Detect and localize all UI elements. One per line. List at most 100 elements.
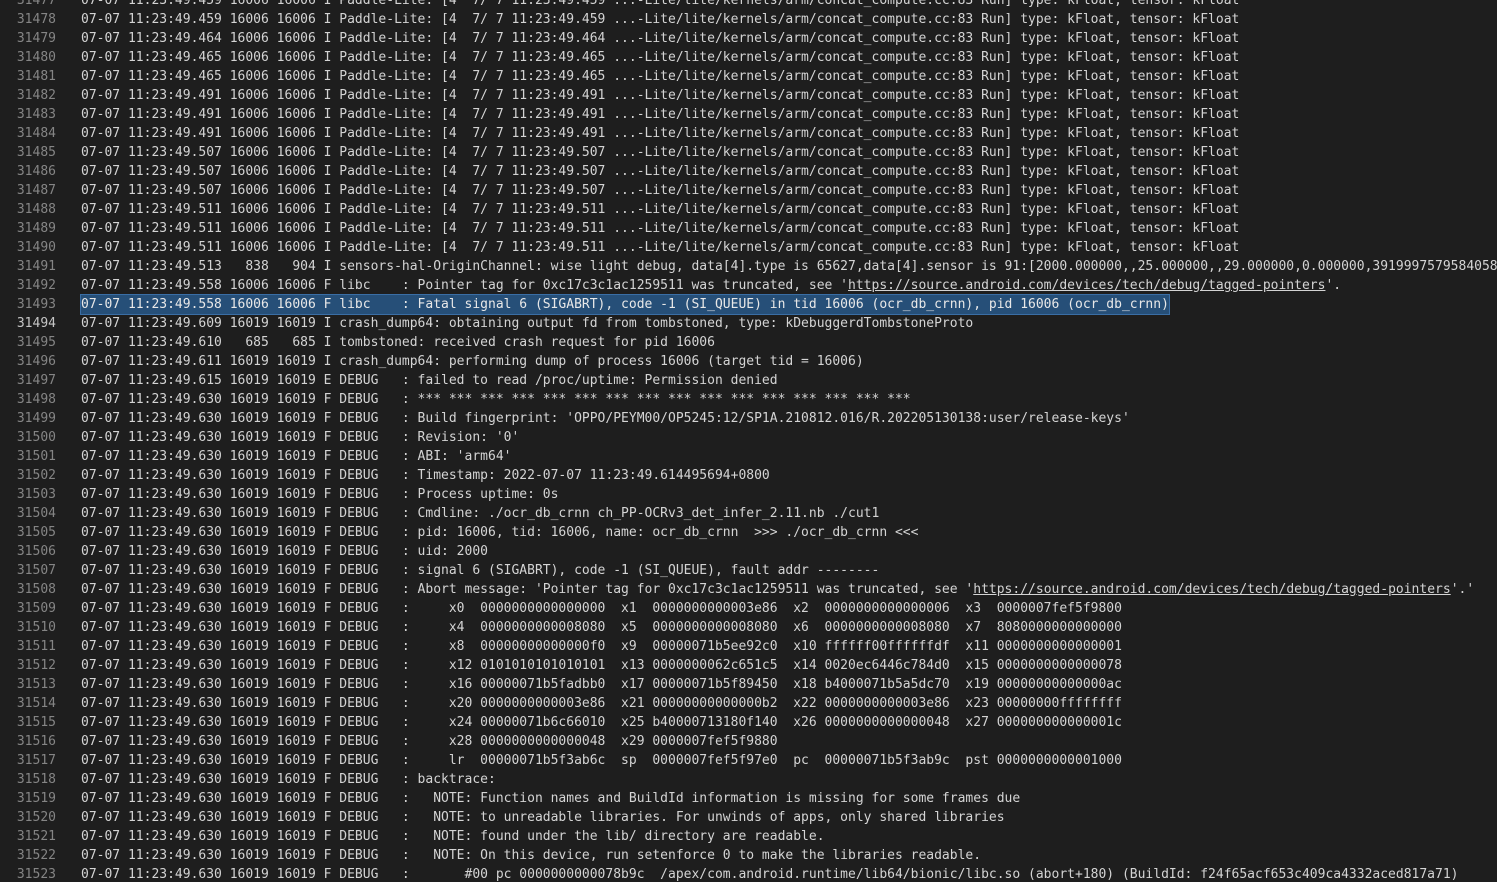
log-line[interactable]: 31483 07-07 11:23:49.491 16006 16006 I Pa… — [0, 105, 1497, 124]
log-text[interactable]: 07-07 11:23:49.513 838 904 I sensors-hal… — [81, 257, 1497, 276]
log-line[interactable]: 31518 07-07 11:23:49.630 16019 16019 F DE… — [0, 770, 1497, 789]
log-text[interactable]: 07-07 11:23:49.507 16006 16006 I Paddle-… — [81, 181, 1497, 200]
log-line[interactable]: 31486 07-07 11:23:49.507 16006 16006 I Pa… — [0, 162, 1497, 181]
log-line[interactable]: 31523 07-07 11:23:49.630 16019 16019 F DE… — [0, 865, 1497, 882]
selected-log-text[interactable]: 07-07 11:23:49.558 16006 16006 F libc : … — [80, 294, 1170, 315]
log-text[interactable]: 07-07 11:23:49.630 16019 16019 F DEBUG :… — [81, 447, 1497, 466]
log-line[interactable]: 31499 07-07 11:23:49.630 16019 16019 F DE… — [0, 409, 1497, 428]
log-text[interactable]: 07-07 11:23:49.630 16019 16019 F DEBUG :… — [81, 732, 1497, 751]
log-text[interactable]: 07-07 11:23:49.630 16019 16019 F DEBUG :… — [81, 865, 1497, 882]
log-line[interactable]: 31481 07-07 11:23:49.465 16006 16006 I Pa… — [0, 67, 1497, 86]
log-line[interactable]: 31503 07-07 11:23:49.630 16019 16019 F DE… — [0, 485, 1497, 504]
log-line[interactable]: 31484 07-07 11:23:49.491 16006 16006 I Pa… — [0, 124, 1497, 143]
log-text[interactable]: 07-07 11:23:49.630 16019 16019 F DEBUG :… — [81, 390, 1497, 409]
log-line[interactable]: 31479 07-07 11:23:49.464 16006 16006 I Pa… — [0, 29, 1497, 48]
log-text[interactable]: 07-07 11:23:49.630 16019 16019 F DEBUG :… — [81, 637, 1497, 656]
log-text[interactable]: 07-07 11:23:49.630 16019 16019 F DEBUG :… — [81, 466, 1497, 485]
line-number: 31520 — [16, 810, 56, 825]
log-text[interactable]: 07-07 11:23:49.630 16019 16019 F DEBUG :… — [81, 751, 1497, 770]
log-text[interactable]: 07-07 11:23:49.630 16019 16019 F DEBUG :… — [81, 675, 1497, 694]
log-text[interactable]: 07-07 11:23:49.491 16006 16006 I Paddle-… — [81, 124, 1497, 143]
log-text[interactable]: 07-07 11:23:49.630 16019 16019 F DEBUG :… — [81, 599, 1497, 618]
log-line[interactable]: 31482 07-07 11:23:49.491 16006 16006 I Pa… — [0, 86, 1497, 105]
log-line[interactable]: 31511 07-07 11:23:49.630 16019 16019 F DE… — [0, 637, 1497, 656]
log-line[interactable]: 31500 07-07 11:23:49.630 16019 16019 F DE… — [0, 428, 1497, 447]
log-text[interactable]: 07-07 11:23:49.630 16019 16019 F DEBUG :… — [81, 770, 1497, 789]
log-text[interactable]: 07-07 11:23:49.491 16006 16006 I Paddle-… — [81, 86, 1497, 105]
log-line[interactable]: 31517 07-07 11:23:49.630 16019 16019 F DE… — [0, 751, 1497, 770]
url-link[interactable]: https://source.android.com/devices/tech/… — [848, 278, 1325, 293]
log-lines[interactable]: 31477 07-07 11:23:49.459 16006 16006 I Pa… — [0, 0, 1497, 882]
log-text[interactable]: 07-07 11:23:49.630 16019 16019 F DEBUG :… — [81, 827, 1497, 846]
log-line[interactable]: 31504 07-07 11:23:49.630 16019 16019 F DE… — [0, 504, 1497, 523]
log-text[interactable]: 07-07 11:23:49.630 16019 16019 F DEBUG :… — [81, 713, 1497, 732]
log-line[interactable]: 31498 07-07 11:23:49.630 16019 16019 F DE… — [0, 390, 1497, 409]
log-line[interactable]: 31502 07-07 11:23:49.630 16019 16019 F DE… — [0, 466, 1497, 485]
log-line[interactable]: 31501 07-07 11:23:49.630 16019 16019 F DE… — [0, 447, 1497, 466]
log-text[interactable]: 07-07 11:23:49.491 16006 16006 I Paddle-… — [81, 105, 1497, 124]
log-text[interactable]: 07-07 11:23:49.511 16006 16006 I Paddle-… — [81, 238, 1497, 257]
log-text[interactable]: 07-07 11:23:49.507 16006 16006 I Paddle-… — [81, 143, 1497, 162]
log-text[interactable]: 07-07 11:23:49.630 16019 16019 F DEBUG :… — [81, 485, 1497, 504]
log-text[interactable]: 07-07 11:23:49.630 16019 16019 F DEBUG :… — [81, 428, 1497, 447]
log-line[interactable]: 31521 07-07 11:23:49.630 16019 16019 F DE… — [0, 827, 1497, 846]
log-line[interactable]: 31489 07-07 11:23:49.511 16006 16006 I Pa… — [0, 219, 1497, 238]
log-text[interactable]: 07-07 11:23:49.465 16006 16006 I Paddle-… — [81, 67, 1497, 86]
log-line[interactable]: 31491 07-07 11:23:49.513 838 904 I sensor… — [0, 257, 1497, 276]
log-line[interactable]: 31516 07-07 11:23:49.630 16019 16019 F DE… — [0, 732, 1497, 751]
log-line[interactable]: 31520 07-07 11:23:49.630 16019 16019 F DE… — [0, 808, 1497, 827]
log-text[interactable]: 07-07 11:23:49.511 16006 16006 I Paddle-… — [81, 200, 1497, 219]
log-line[interactable]: 31485 07-07 11:23:49.507 16006 16006 I Pa… — [0, 143, 1497, 162]
log-text[interactable]: 07-07 11:23:49.507 16006 16006 I Paddle-… — [81, 162, 1497, 181]
log-text[interactable]: 07-07 11:23:49.630 16019 16019 F DEBUG :… — [81, 542, 1497, 561]
log-text[interactable]: 07-07 11:23:49.610 685 685 I tombstoned:… — [81, 333, 1497, 352]
log-text[interactable]: 07-07 11:23:49.630 16019 16019 F DEBUG :… — [81, 580, 1497, 599]
log-text[interactable]: 07-07 11:23:49.630 16019 16019 F DEBUG :… — [81, 523, 1497, 542]
log-line[interactable]: 31507 07-07 11:23:49.630 16019 16019 F DE… — [0, 561, 1497, 580]
log-line[interactable]: 31478 07-07 11:23:49.459 16006 16006 I Pa… — [0, 10, 1497, 29]
url-link[interactable]: https://source.android.com/devices/tech/… — [973, 582, 1450, 597]
log-text[interactable]: 07-07 11:23:49.558 16006 16006 F libc : … — [81, 276, 1497, 295]
log-line[interactable]: 31496 07-07 11:23:49.611 16019 16019 I cr… — [0, 352, 1497, 371]
log-line[interactable]: 31506 07-07 11:23:49.630 16019 16019 F DE… — [0, 542, 1497, 561]
log-text[interactable]: 07-07 11:23:49.630 16019 16019 F DEBUG :… — [81, 789, 1497, 808]
log-text[interactable]: 07-07 11:23:49.630 16019 16019 F DEBUG :… — [81, 561, 1497, 580]
log-text[interactable]: 07-07 11:23:49.611 16019 16019 I crash_d… — [81, 352, 1497, 371]
log-line[interactable]: 31490 07-07 11:23:49.511 16006 16006 I Pa… — [0, 238, 1497, 257]
log-text[interactable]: 07-07 11:23:49.630 16019 16019 F DEBUG :… — [81, 504, 1497, 523]
log-line[interactable]: 31514 07-07 11:23:49.630 16019 16019 F DE… — [0, 694, 1497, 713]
log-text[interactable]: 07-07 11:23:49.630 16019 16019 F DEBUG :… — [81, 694, 1497, 713]
log-text[interactable]: 07-07 11:23:49.465 16006 16006 I Paddle-… — [81, 48, 1497, 67]
log-text[interactable]: 07-07 11:23:49.459 16006 16006 I Paddle-… — [81, 10, 1497, 29]
log-text[interactable]: 07-07 11:23:49.615 16019 16019 E DEBUG :… — [81, 371, 1497, 390]
log-line[interactable]: 31494 07-07 11:23:49.609 16019 16019 I cr… — [0, 314, 1497, 333]
log-text[interactable]: 07-07 11:23:49.630 16019 16019 F DEBUG :… — [81, 409, 1497, 428]
log-line[interactable]: 31513 07-07 11:23:49.630 16019 16019 F DE… — [0, 675, 1497, 694]
log-line[interactable]: 31505 07-07 11:23:49.630 16019 16019 F DE… — [0, 523, 1497, 542]
log-text[interactable]: 07-07 11:23:49.459 16006 16006 I Paddle-… — [81, 0, 1497, 10]
log-text[interactable]: 07-07 11:23:49.630 16019 16019 F DEBUG :… — [81, 846, 1497, 865]
log-line[interactable]: 31493 07-07 11:23:49.558 16006 16006 F li… — [0, 294, 1497, 315]
log-text[interactable]: 07-07 11:23:49.511 16006 16006 I Paddle-… — [81, 219, 1497, 238]
log-line[interactable]: 31519 07-07 11:23:49.630 16019 16019 F DE… — [0, 789, 1497, 808]
log-line[interactable]: 31480 07-07 11:23:49.465 16006 16006 I Pa… — [0, 48, 1497, 67]
log-line[interactable]: 31522 07-07 11:23:49.630 16019 16019 F DE… — [0, 846, 1497, 865]
log-line[interactable]: 31492 07-07 11:23:49.558 16006 16006 F li… — [0, 276, 1497, 295]
log-line[interactable]: 31477 07-07 11:23:49.459 16006 16006 I Pa… — [0, 0, 1497, 10]
log-line[interactable]: 31512 07-07 11:23:49.630 16019 16019 F DE… — [0, 656, 1497, 675]
line-number: 31504 — [16, 506, 56, 521]
log-line[interactable]: 31488 07-07 11:23:49.511 16006 16006 I Pa… — [0, 200, 1497, 219]
log-text[interactable]: 07-07 11:23:49.630 16019 16019 F DEBUG :… — [81, 808, 1497, 827]
log-text[interactable]: 07-07 11:23:49.630 16019 16019 F DEBUG :… — [81, 618, 1497, 637]
log-line[interactable]: 31487 07-07 11:23:49.507 16006 16006 I Pa… — [0, 181, 1497, 200]
log-text[interactable]: 07-07 11:23:49.630 16019 16019 F DEBUG :… — [81, 656, 1497, 675]
log-text[interactable]: 07-07 11:23:49.464 16006 16006 I Paddle-… — [81, 29, 1497, 48]
log-line[interactable]: 31508 07-07 11:23:49.630 16019 16019 F DE… — [0, 580, 1497, 599]
log-line[interactable]: 31497 07-07 11:23:49.615 16019 16019 E DE… — [0, 371, 1497, 390]
log-editor[interactable]: 31477 07-07 11:23:49.459 16006 16006 I Pa… — [0, 0, 1497, 882]
log-line[interactable]: 31509 07-07 11:23:49.630 16019 16019 F DE… — [0, 599, 1497, 618]
log-line[interactable]: 31515 07-07 11:23:49.630 16019 16019 F DE… — [0, 713, 1497, 732]
log-line[interactable]: 31510 07-07 11:23:49.630 16019 16019 F DE… — [0, 618, 1497, 637]
log-line[interactable]: 31495 07-07 11:23:49.610 685 685 I tombst… — [0, 333, 1497, 352]
log-text[interactable]: 07-07 11:23:49.609 16019 16019 I crash_d… — [81, 314, 1497, 333]
